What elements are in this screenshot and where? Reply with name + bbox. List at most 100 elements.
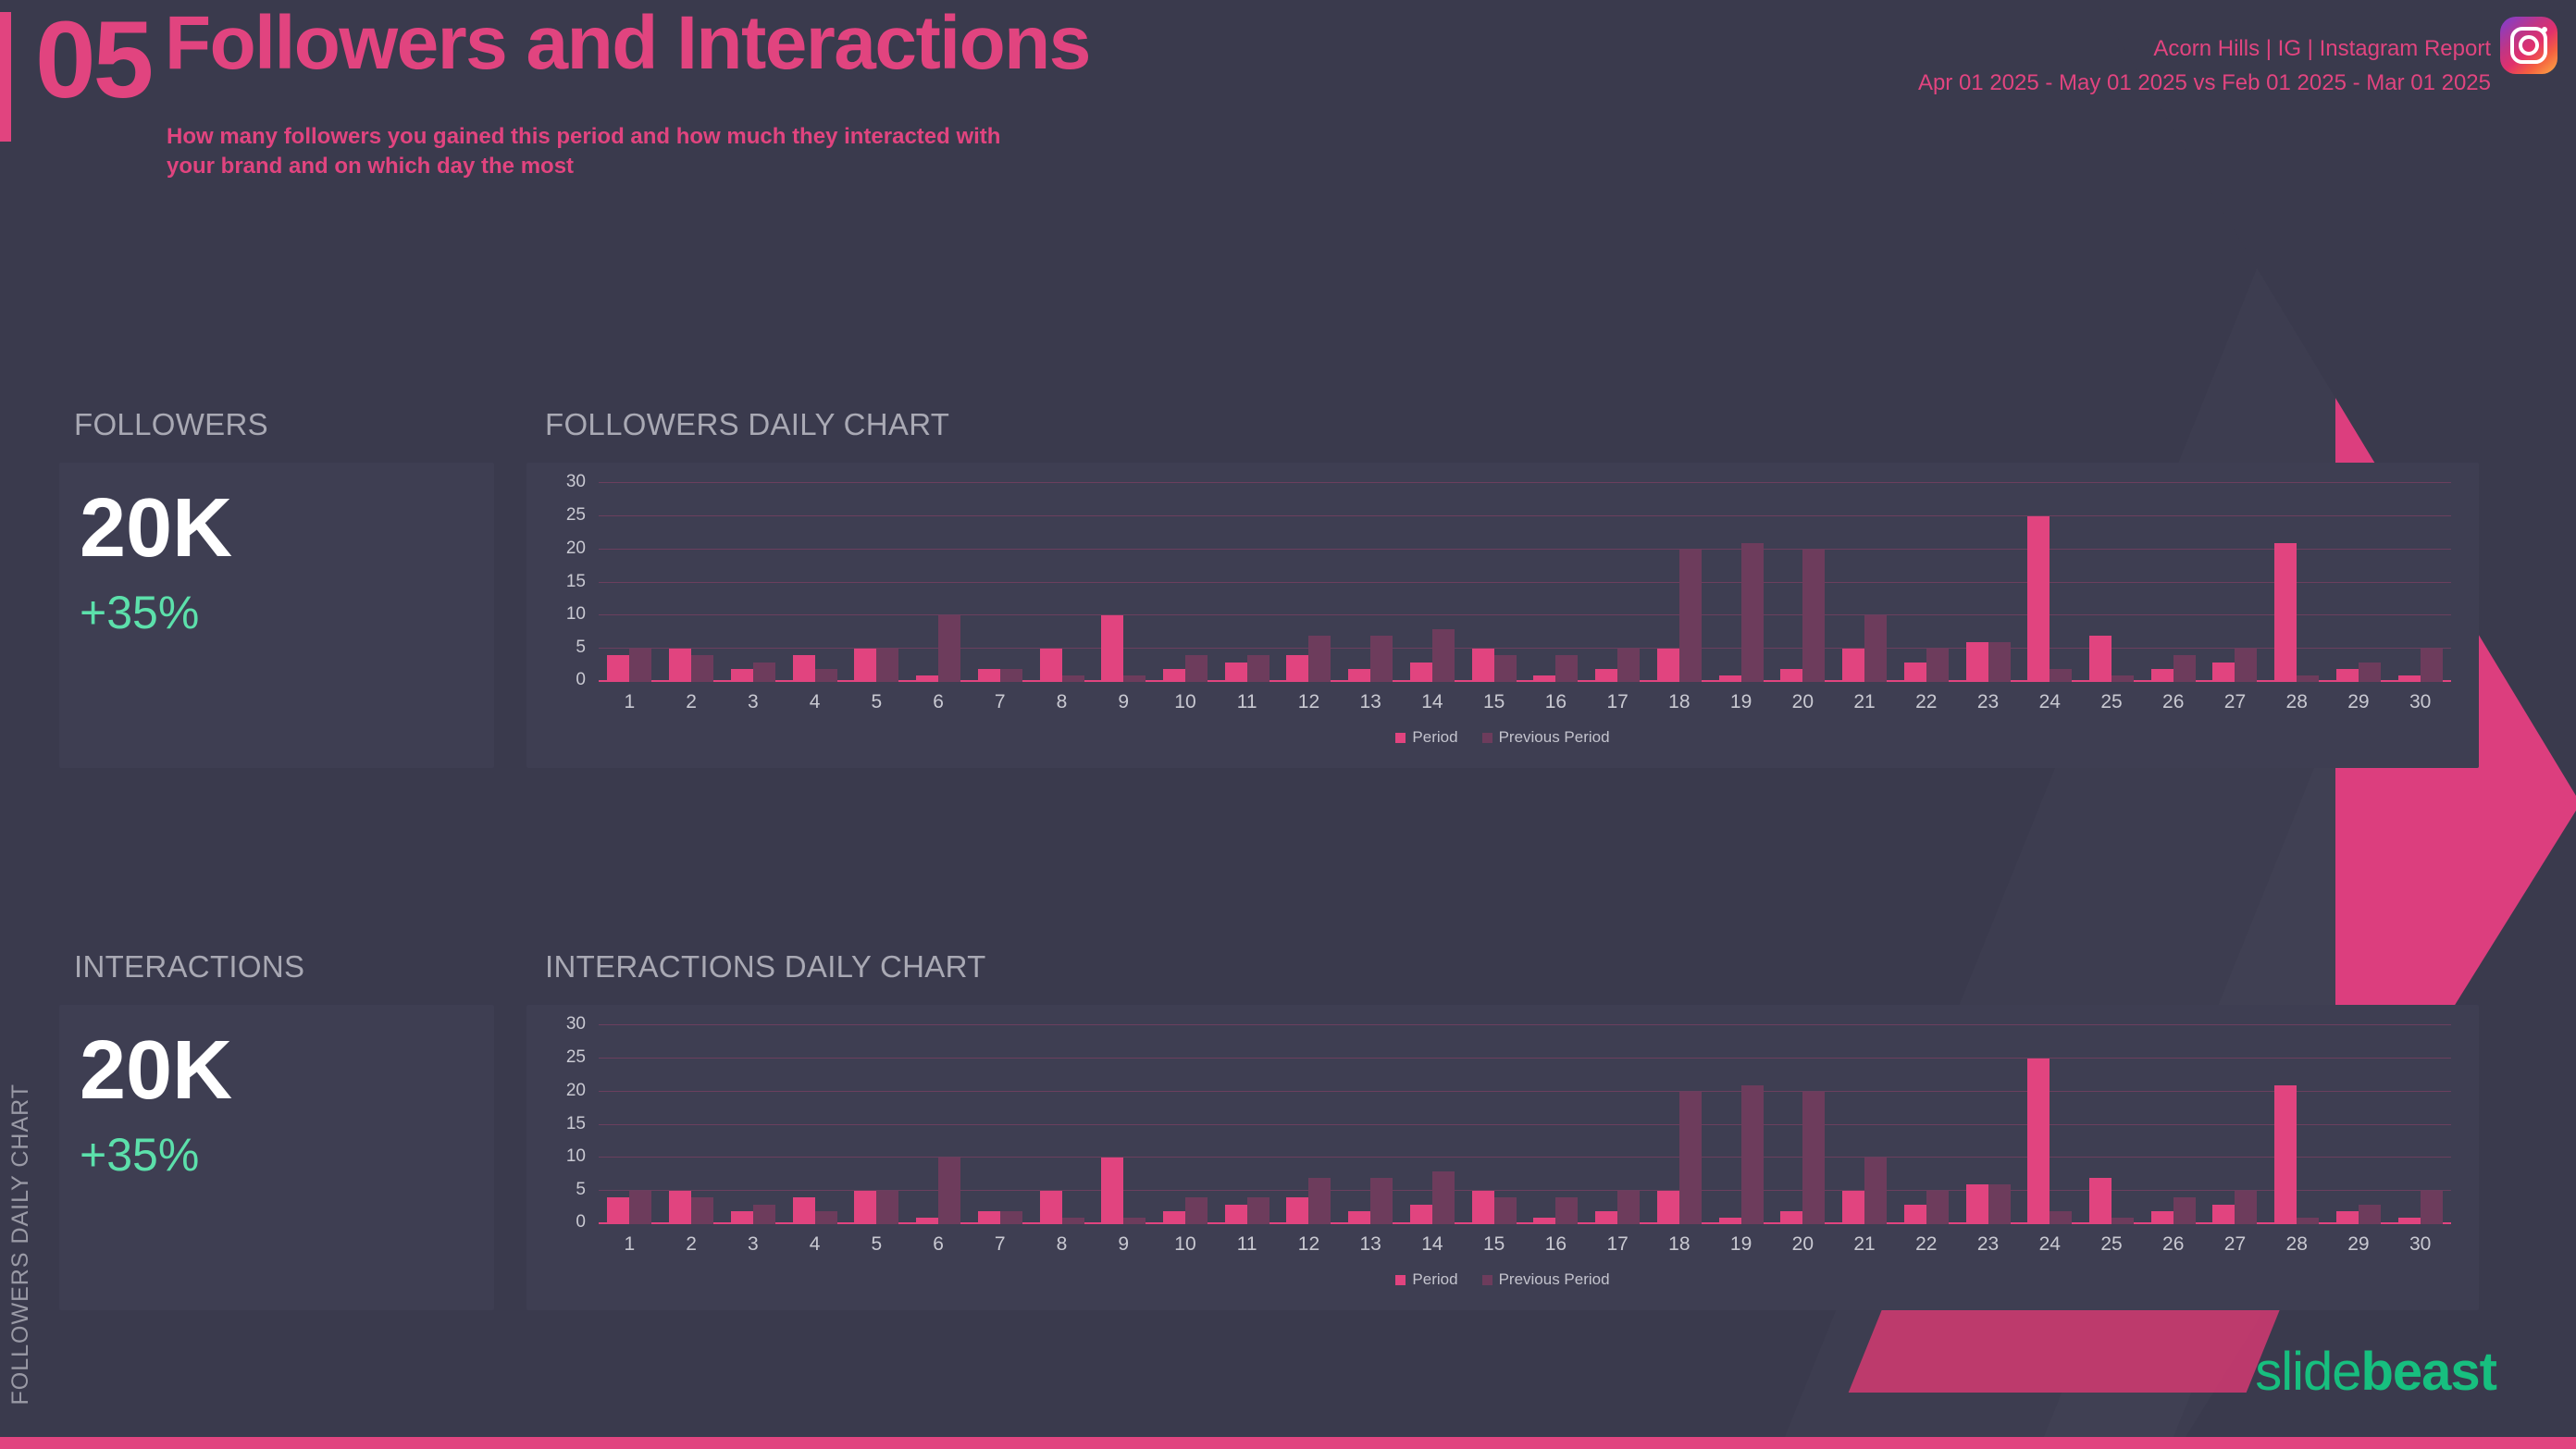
bar-group[interactable] (1155, 483, 1217, 682)
bar-previous-period[interactable] (1061, 1217, 1084, 1224)
bar-period[interactable] (1471, 1191, 1494, 1224)
bar-previous-period[interactable] (2420, 649, 2443, 682)
bar-group[interactable] (1772, 1025, 1834, 1224)
bar-previous-period[interactable] (1926, 1191, 1949, 1224)
bar-period[interactable] (2335, 668, 2359, 682)
bar-period[interactable] (792, 1197, 815, 1224)
bar-period[interactable] (2088, 635, 2112, 682)
bar-period[interactable] (1286, 655, 1309, 682)
bar-period[interactable] (1718, 675, 1741, 682)
bar-period[interactable] (2212, 1204, 2235, 1224)
bar-previous-period[interactable] (1370, 635, 1393, 682)
bar-period[interactable] (1780, 1210, 1803, 1224)
bar-group[interactable] (908, 483, 970, 682)
bar-group[interactable] (1895, 1025, 1957, 1224)
bar-period[interactable] (1162, 1210, 1185, 1224)
bar-period[interactable] (1162, 668, 1185, 682)
bar-group[interactable] (2204, 1025, 2266, 1224)
bar-group[interactable] (599, 483, 661, 682)
bar-group[interactable] (1463, 1025, 1525, 1224)
bar-group[interactable] (722, 483, 784, 682)
bar-period[interactable] (730, 1210, 753, 1224)
bar-previous-period[interactable] (1246, 655, 1269, 682)
bar-previous-period[interactable] (1617, 1191, 1641, 1224)
bar-previous-period[interactable] (1678, 1091, 1702, 1224)
bar-group[interactable] (722, 1025, 784, 1224)
bar-period[interactable] (792, 655, 815, 682)
bar-previous-period[interactable] (938, 615, 961, 682)
bar-group[interactable] (969, 483, 1031, 682)
bar-previous-period[interactable] (1308, 635, 1331, 682)
bar-previous-period[interactable] (1740, 542, 1764, 682)
bar-previous-period[interactable] (1184, 655, 1208, 682)
bar-previous-period[interactable] (2173, 1197, 2196, 1224)
bar-group[interactable] (2266, 483, 2328, 682)
bar-period[interactable] (1101, 1158, 1124, 1224)
bar-group[interactable] (1525, 1025, 1587, 1224)
bar-previous-period[interactable] (1184, 1197, 1208, 1224)
bar-period[interactable] (977, 1210, 1000, 1224)
bar-previous-period[interactable] (1678, 549, 1702, 682)
bar-period[interactable] (2274, 542, 2297, 682)
bar-previous-period[interactable] (876, 1191, 899, 1224)
bar-previous-period[interactable] (1988, 1184, 2011, 1224)
bar-group[interactable] (1093, 1025, 1155, 1224)
bar-previous-period[interactable] (1123, 1217, 1146, 1224)
bar-previous-period[interactable] (999, 1210, 1022, 1224)
bar-period[interactable] (1842, 1191, 1865, 1224)
bar-group[interactable] (1216, 1025, 1278, 1224)
bar-group[interactable] (2142, 483, 2204, 682)
bar-period[interactable] (2397, 1217, 2421, 1224)
bar-period[interactable] (1533, 1217, 1556, 1224)
bar-previous-period[interactable] (814, 668, 837, 682)
bar-group[interactable] (1093, 483, 1155, 682)
bar-previous-period[interactable] (1926, 649, 1949, 682)
bar-period[interactable] (669, 1191, 692, 1224)
bar-group[interactable] (2081, 483, 2143, 682)
bar-period[interactable] (2150, 1210, 2174, 1224)
bar-group[interactable] (1525, 483, 1587, 682)
bar-previous-period[interactable] (2358, 662, 2381, 682)
bar-previous-period[interactable] (1988, 642, 2011, 682)
bar-period[interactable] (1533, 675, 1556, 682)
bar-period[interactable] (1224, 1204, 1247, 1224)
bar-previous-period[interactable] (2111, 1217, 2134, 1224)
bar-group[interactable] (846, 483, 908, 682)
bar-period[interactable] (1718, 1217, 1741, 1224)
bar-previous-period[interactable] (1308, 1177, 1331, 1224)
bar-period[interactable] (2150, 668, 2174, 682)
bar-group[interactable] (2204, 483, 2266, 682)
bar-previous-period[interactable] (1431, 1170, 1455, 1224)
bar-period[interactable] (2027, 515, 2050, 682)
bar-group[interactable] (1031, 1025, 1093, 1224)
bar-period[interactable] (854, 649, 877, 682)
bar-period[interactable] (669, 649, 692, 682)
bar-period[interactable] (2274, 1084, 2297, 1224)
bar-period[interactable] (916, 675, 939, 682)
bar-period[interactable] (1595, 1210, 1618, 1224)
bar-group[interactable] (2328, 1025, 2390, 1224)
bar-group[interactable] (1834, 1025, 1896, 1224)
bar-previous-period[interactable] (2297, 1217, 2320, 1224)
bar-previous-period[interactable] (691, 1197, 714, 1224)
bar-previous-period[interactable] (1802, 549, 1826, 682)
bar-group[interactable] (1648, 483, 1710, 682)
bar-group[interactable] (2142, 1025, 2204, 1224)
bar-previous-period[interactable] (691, 655, 714, 682)
bar-group[interactable] (1031, 483, 1093, 682)
bar-previous-period[interactable] (1123, 675, 1146, 682)
bar-period[interactable] (1286, 1197, 1309, 1224)
bar-period[interactable] (1903, 1204, 1926, 1224)
bar-group[interactable] (1587, 483, 1649, 682)
bar-previous-period[interactable] (2050, 1210, 2073, 1224)
bar-group[interactable] (969, 1025, 1031, 1224)
bar-period[interactable] (2335, 1210, 2359, 1224)
bar-group[interactable] (1710, 1025, 1772, 1224)
bar-group[interactable] (2266, 1025, 2328, 1224)
bar-period[interactable] (1409, 662, 1432, 682)
bar-group[interactable] (661, 1025, 723, 1224)
bar-group[interactable] (1278, 483, 1340, 682)
legend-item[interactable]: Previous Period (1481, 1270, 1610, 1289)
bar-group[interactable] (846, 1025, 908, 1224)
bar-previous-period[interactable] (752, 1204, 775, 1224)
